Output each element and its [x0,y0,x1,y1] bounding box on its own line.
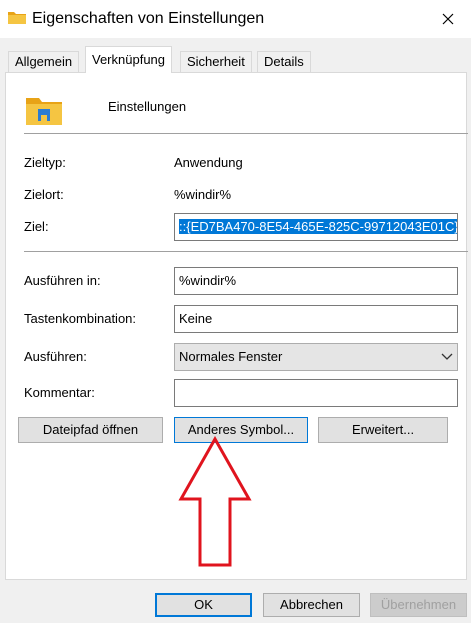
target-input[interactable]: ::{ED7BA470-8E54-465E-825C-99712043E01C} [174,213,458,241]
window-title: Eigenschaften von Einstellungen [32,10,265,27]
target-label: Ziel: [24,219,49,234]
target-type-value: Anwendung [174,155,243,170]
hotkey-label: Tastenkombination: [24,311,137,326]
tab-verknuepfung[interactable]: Verknüpfung [85,46,173,73]
apply-button[interactable]: Übernehmen [370,593,467,617]
tab-sicherheit[interactable]: Sicherheit [180,51,252,72]
chevron-down-icon [441,353,453,360]
comment-input[interactable] [174,379,458,407]
divider [24,133,468,134]
divider [24,251,468,252]
shortcut-name: Einstellungen [108,99,187,114]
annotation-arrow-icon [178,436,252,567]
open-file-location-button[interactable]: Dateipfad öffnen [18,417,163,443]
advanced-button[interactable]: Erweitert... [318,417,448,443]
comment-label: Kommentar: [24,385,95,400]
title-bar: Eigenschaften von Einstellungen [0,0,471,38]
folder-icon [8,12,26,24]
close-button[interactable] [425,0,471,38]
target-location-label: Zielort: [24,187,64,202]
target-type-label: Zieltyp: [24,155,66,170]
run-label: Ausführen: [24,349,87,364]
start-in-label: Ausführen in: [24,273,101,288]
target-location-value: %windir% [174,187,232,202]
ok-button[interactable]: OK [155,593,252,617]
tab-allgemein[interactable]: Allgemein [8,51,80,72]
start-in-input[interactable]: %windir% [174,267,458,295]
close-icon [442,13,454,25]
settings-folder-icon [26,98,62,125]
cancel-button[interactable]: Abbrechen [263,593,360,617]
run-select[interactable]: Normales Fenster [174,343,458,371]
hotkey-input[interactable]: Keine [174,305,458,333]
tab-details[interactable]: Details [257,51,311,72]
